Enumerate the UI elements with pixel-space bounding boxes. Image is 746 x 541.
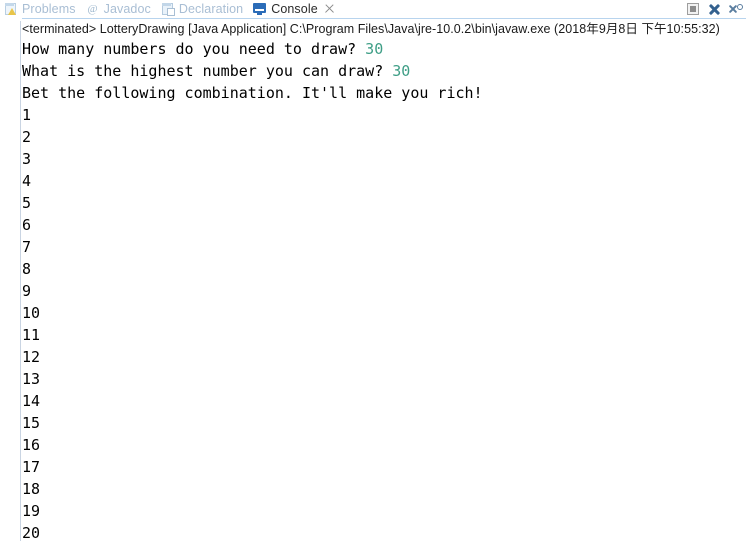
stop-square-icon[interactable] xyxy=(684,1,703,17)
console-line-text: 16 xyxy=(22,436,41,454)
console-line-text: 5 xyxy=(22,194,32,212)
console-line-text: What is the highest number you can draw? xyxy=(22,62,393,80)
console-line-text: 15 xyxy=(22,414,41,432)
console-left-border xyxy=(20,21,21,541)
console-line-text: 8 xyxy=(22,260,32,278)
console-line: 1 xyxy=(22,104,746,126)
tab-problems[interactable]: Problems xyxy=(0,0,82,18)
console-line: 17 xyxy=(22,456,746,478)
close-x-small-icon[interactable] xyxy=(726,1,745,17)
console-line: 16 xyxy=(22,434,746,456)
view-tab-bar: Problems @ Javadoc Declaration Console xyxy=(0,0,746,18)
console-line: 5 xyxy=(22,192,746,214)
console-line-text: 2 xyxy=(22,128,32,146)
console-line: 20 xyxy=(22,522,746,541)
console-line: 4 xyxy=(22,170,746,192)
console-output-area[interactable]: How many numbers do you need to draw? 30… xyxy=(22,38,746,541)
console-line: 14 xyxy=(22,390,746,412)
declaration-icon xyxy=(161,2,175,16)
console-line-text: 3 xyxy=(22,150,32,168)
console-line-text: 1 xyxy=(22,106,32,124)
console-line: 18 xyxy=(22,478,746,500)
console-line-text: Bet the following combination. It'll mak… xyxy=(22,84,483,102)
tab-problems-label: Problems xyxy=(22,2,76,16)
console-line-text: 11 xyxy=(22,326,41,344)
console-toolbar xyxy=(684,0,746,18)
console-line: 3 xyxy=(22,148,746,170)
console-line: 12 xyxy=(22,346,746,368)
console-line: 8 xyxy=(22,258,746,280)
console-line-text: 14 xyxy=(22,392,41,410)
console-line: 2 xyxy=(22,126,746,148)
console-line: 19 xyxy=(22,500,746,522)
console-line-text: 17 xyxy=(22,458,41,476)
console-line-text: 20 xyxy=(22,524,41,541)
close-x-icon[interactable] xyxy=(705,1,724,17)
console-icon xyxy=(253,2,267,16)
problems-icon xyxy=(4,2,18,16)
launch-status-line: <terminated> LotteryDrawing [Java Applic… xyxy=(22,22,720,36)
console-line: 7 xyxy=(22,236,746,258)
console-line: 6 xyxy=(22,214,746,236)
console-line-text: 4 xyxy=(22,172,32,190)
tab-javadoc-label: Javadoc xyxy=(103,2,151,16)
console-line-text: 7 xyxy=(22,238,32,256)
close-icon[interactable] xyxy=(323,3,335,15)
console-input-echo: 30 xyxy=(365,40,384,58)
console-line: What is the highest number you can draw?… xyxy=(22,60,746,82)
console-line-text: 19 xyxy=(22,502,41,520)
console-line: How many numbers do you need to draw? 30 xyxy=(22,38,746,60)
eclipse-console-view: Problems @ Javadoc Declaration Console <… xyxy=(0,0,746,541)
console-line-text: 12 xyxy=(22,348,41,366)
console-line-text: 9 xyxy=(22,282,32,300)
console-line: 9 xyxy=(22,280,746,302)
tab-declaration[interactable]: Declaration xyxy=(157,0,249,18)
tab-javadoc[interactable]: @ Javadoc xyxy=(82,0,157,18)
console-line: 13 xyxy=(22,368,746,390)
tab-declaration-label: Declaration xyxy=(178,2,244,16)
console-line-text: 18 xyxy=(22,480,41,498)
console-line-text: 10 xyxy=(22,304,41,322)
console-line-text: 6 xyxy=(22,216,32,234)
console-line: Bet the following combination. It'll mak… xyxy=(22,82,746,104)
console-line: 10 xyxy=(22,302,746,324)
console-line-text: How many numbers do you need to draw? xyxy=(22,40,366,58)
console-line: 15 xyxy=(22,412,746,434)
console-input-echo: 30 xyxy=(392,62,411,80)
tab-console[interactable]: Console xyxy=(249,0,341,18)
console-line: 11 xyxy=(22,324,746,346)
console-line-text: 13 xyxy=(22,370,41,388)
tab-console-label: Console xyxy=(271,2,318,16)
javadoc-icon: @ xyxy=(87,3,98,15)
